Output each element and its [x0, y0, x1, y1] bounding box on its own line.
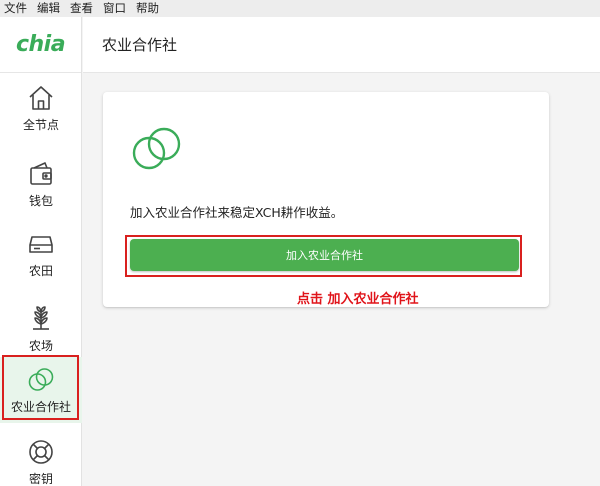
menu-file[interactable]: 文件 — [4, 0, 27, 17]
sidebar-highlight-box — [2, 355, 79, 420]
home-icon — [29, 86, 53, 110]
sidebar-item-label: 农田 — [28, 264, 53, 278]
sidebar-item-keys[interactable]: 密钥 — [0, 429, 82, 486]
lifebuoy-icon — [29, 440, 53, 464]
storage-drive-icon — [29, 236, 53, 253]
pool-description: 加入农业合作社来稳定XCH耕作收益。 — [130, 205, 344, 220]
sidebar-item-wallet[interactable]: 钱包 — [0, 151, 82, 217]
menu-window[interactable]: 窗口 — [103, 0, 126, 17]
menu-view[interactable]: 查看 — [70, 0, 93, 17]
button-highlight-box — [125, 235, 522, 277]
sidebar-item-plots[interactable]: 农田 — [0, 221, 82, 287]
page-title: 农业合作社 — [83, 17, 600, 73]
main-content: 加入农业合作社来稳定XCH耕作收益。 加入农业合作社 — [83, 73, 600, 486]
menu-edit[interactable]: 编辑 — [37, 0, 60, 17]
wallet-icon — [30, 162, 52, 185]
chia-logo: chia — [0, 17, 81, 73]
sidebar-item-farm[interactable]: 农场 — [0, 296, 82, 362]
sidebar-item-label: 钱包 — [28, 194, 53, 208]
sidebar-item-label: 全节点 — [22, 118, 59, 132]
sidebar-item-label: 密钥 — [28, 472, 53, 486]
menu-bar: 文件 编辑 查看 窗口 帮助 — [0, 0, 600, 17]
pool-rings-icon — [132, 127, 181, 170]
instruction-annotation: 点击 加入农业合作社 — [297, 292, 419, 307]
sidebar-item-full-node[interactable]: 全节点 — [0, 75, 82, 141]
menu-help[interactable]: 帮助 — [136, 0, 159, 17]
plant-icon — [33, 306, 49, 330]
sidebar-item-label: 农场 — [28, 339, 53, 353]
